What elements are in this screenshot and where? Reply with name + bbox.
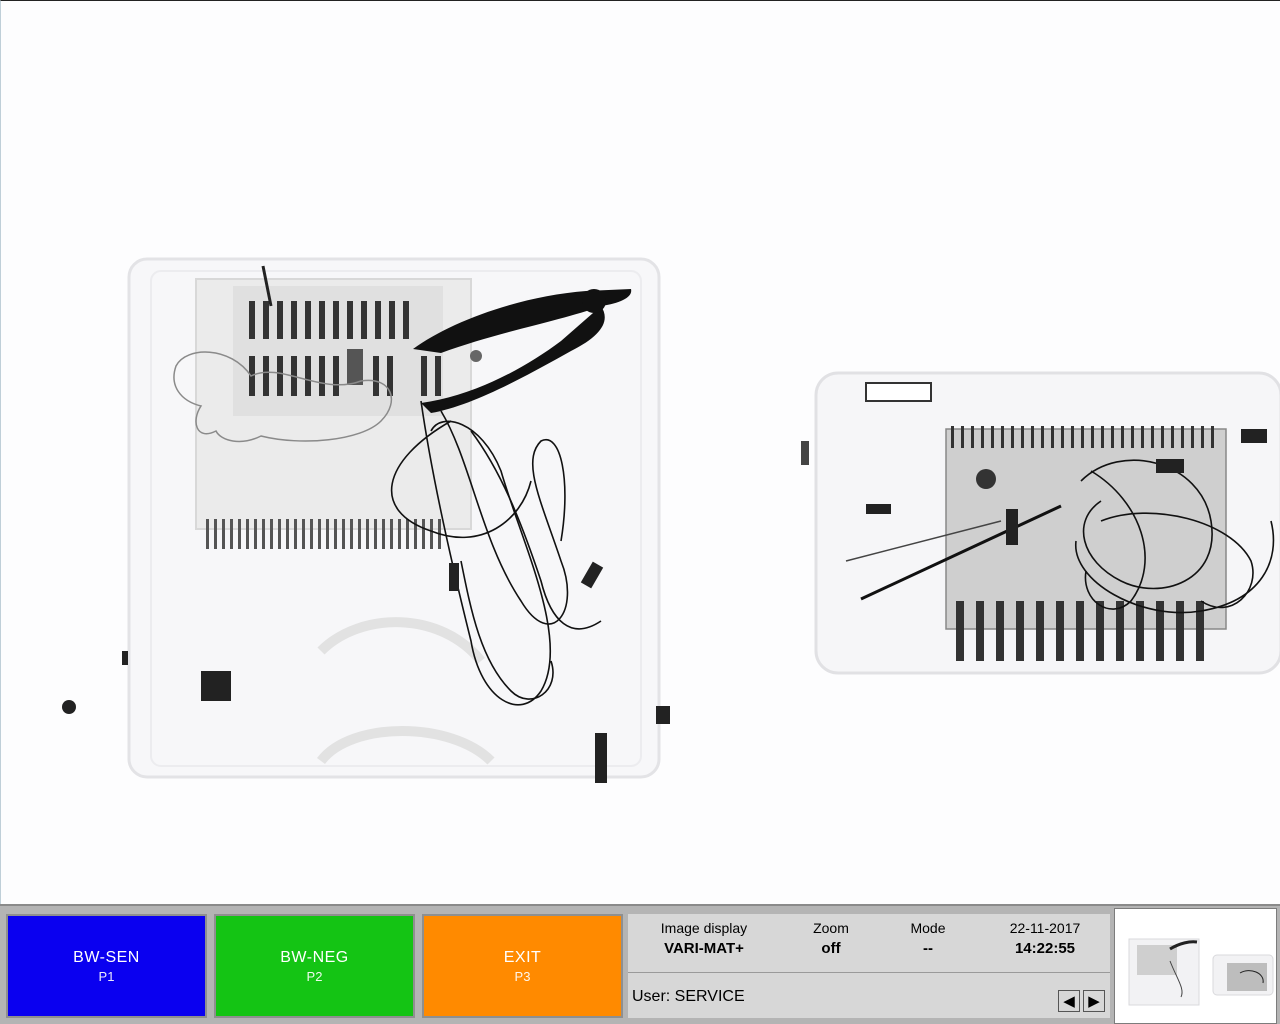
exit-shortcut: P3 (514, 968, 531, 984)
mode-label: Mode (910, 920, 946, 936)
mode-value: -- (923, 940, 933, 957)
suitcase-right (801, 371, 1280, 675)
exit-button[interactable]: EXIT P3 (422, 914, 623, 1018)
zoom-status: Zoom off (796, 920, 866, 957)
scan-thumbnail[interactable] (1114, 908, 1277, 1024)
bw-sen-label: BW-SEN (73, 948, 140, 966)
mode-status: Mode -- (893, 920, 963, 957)
zoom-value: off (821, 940, 841, 957)
suitcase-left (62, 257, 670, 783)
arrow-right-icon[interactable]: ▶ (1083, 990, 1105, 1012)
datetime-status: 22-11-2017 14:22:55 (990, 920, 1100, 957)
control-bar: BW-SEN P1 BW-NEG P2 EXIT P3 Image displa… (0, 904, 1280, 1024)
bw-sen-shortcut: P1 (98, 968, 115, 984)
xray-scan-view (0, 0, 1280, 904)
arrow-left-icon[interactable]: ◀ (1058, 990, 1080, 1012)
xray-image (62, 257, 1280, 783)
exit-label: EXIT (503, 948, 542, 966)
time-value: 14:22:55 (1014, 940, 1076, 957)
bw-neg-label: BW-NEG (280, 948, 349, 966)
divider (628, 972, 1110, 973)
image-display-value: VARI-MAT+ (664, 940, 744, 957)
bw-neg-shortcut: P2 (306, 968, 323, 984)
current-user: User: SERVICE (632, 988, 745, 1005)
image-display-status: Image display VARI-MAT+ (634, 920, 774, 957)
date-value: 22-11-2017 (1009, 920, 1081, 936)
thumbnail-image (1128, 938, 1274, 1006)
bw-neg-button[interactable]: BW-NEG P2 (214, 914, 415, 1018)
status-panel: Image display VARI-MAT+ Zoom off Mode --… (628, 914, 1110, 1018)
image-display-label: Image display (660, 920, 748, 936)
zoom-label: Zoom (813, 920, 849, 936)
bw-sen-button[interactable]: BW-SEN P1 (6, 914, 207, 1018)
